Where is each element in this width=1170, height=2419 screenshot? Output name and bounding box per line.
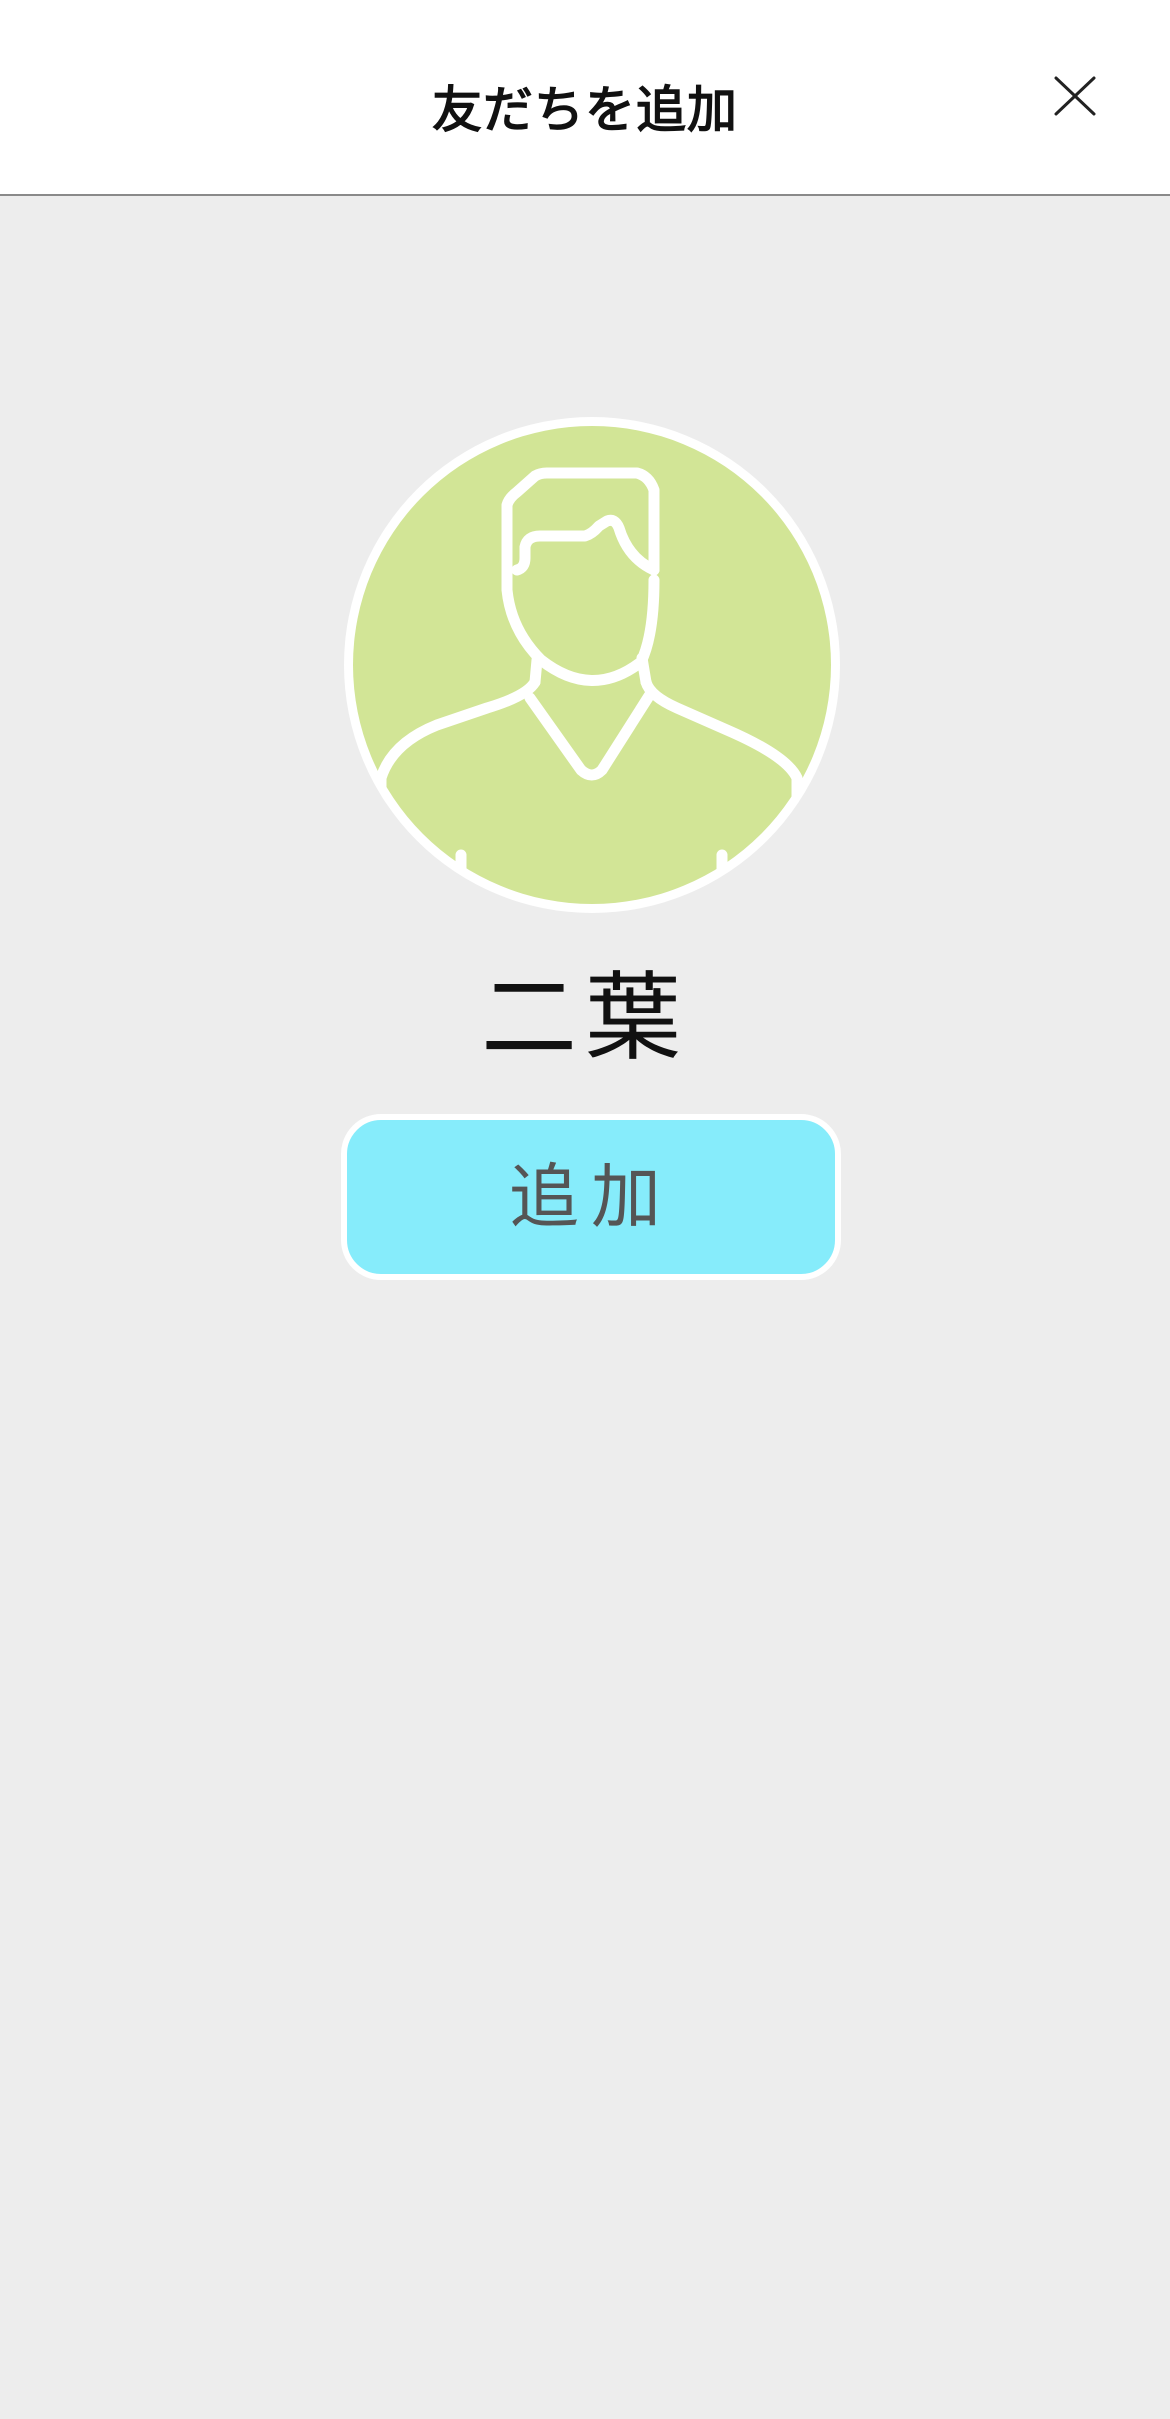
person-avatar-icon — [344, 417, 840, 913]
header-bar: 友だちを追加 — [0, 0, 1170, 196]
avatar — [337, 410, 847, 920]
add-friend-button[interactable]: 追加 — [341, 1114, 841, 1280]
close-icon — [1054, 76, 1096, 116]
page-title: 友だちを追加 — [432, 81, 738, 139]
contact-name: 二葉 — [481, 962, 689, 1074]
close-button[interactable] — [1040, 66, 1110, 126]
